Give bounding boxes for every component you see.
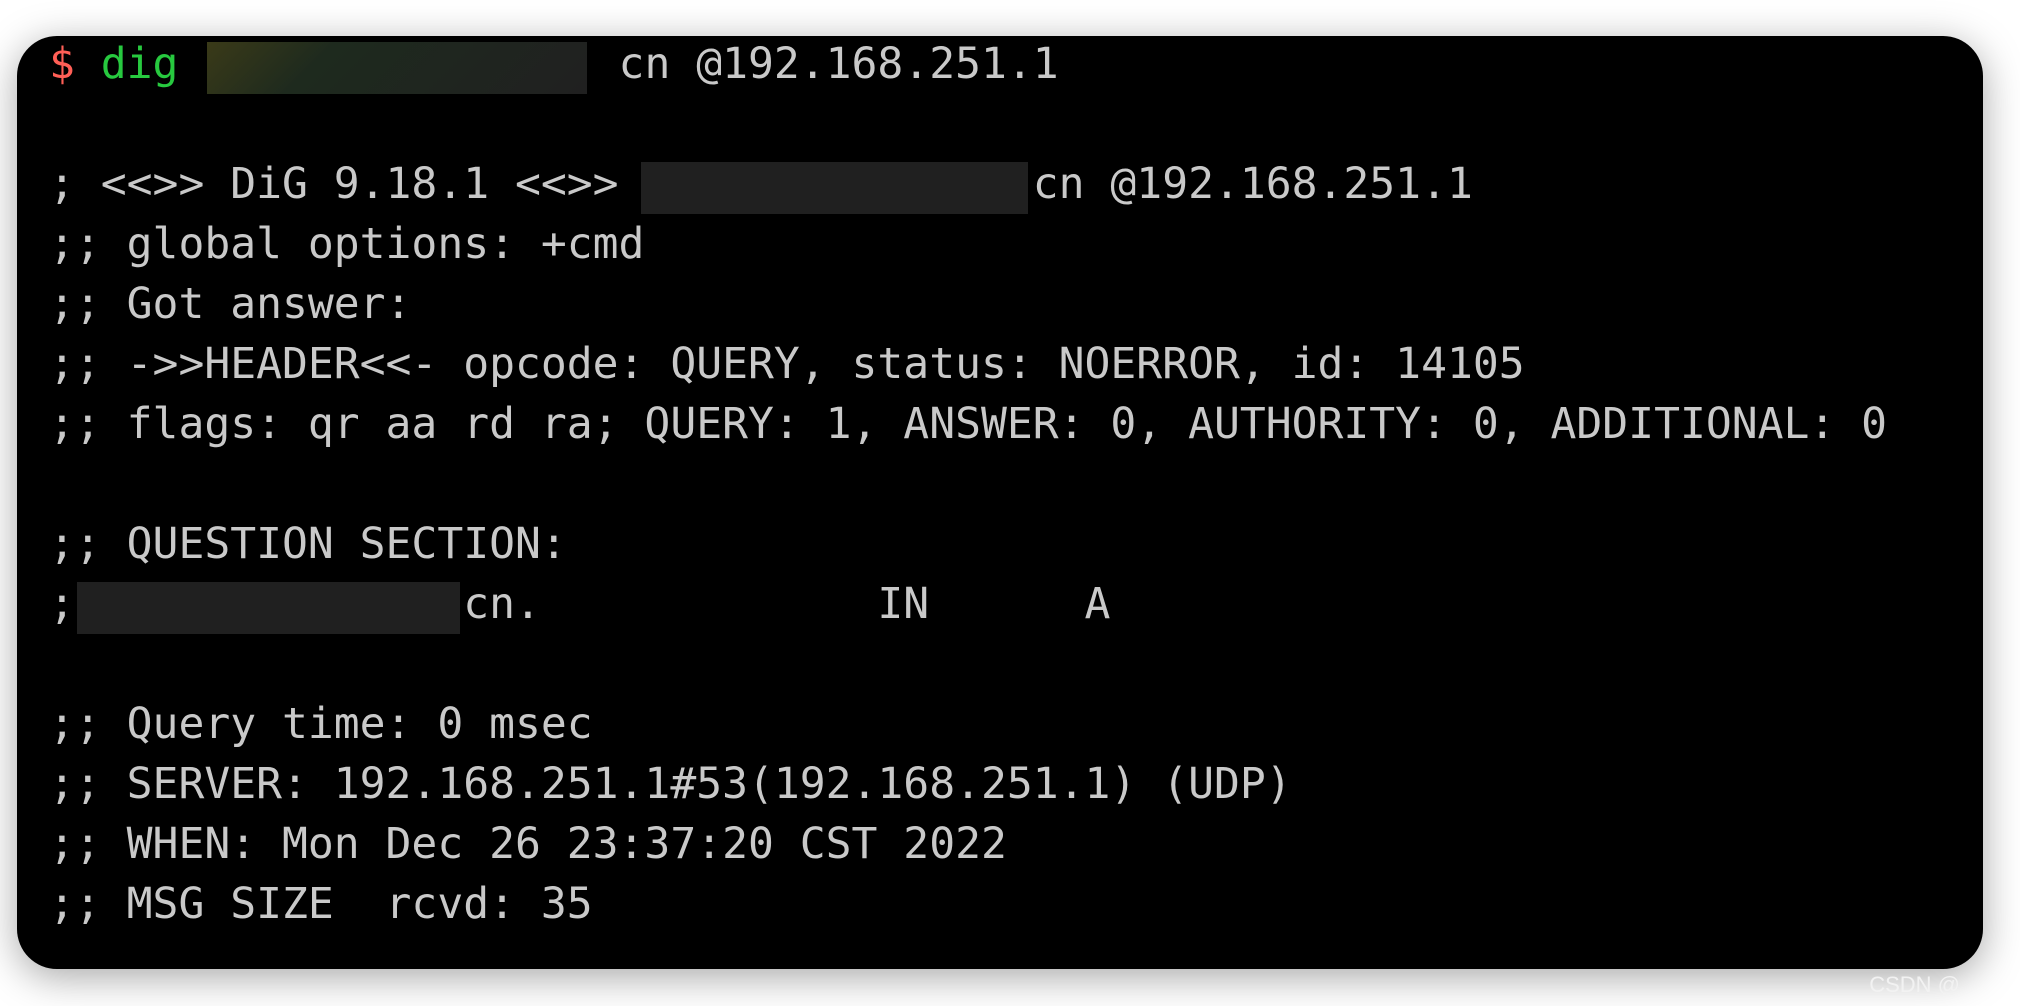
- prompt-symbol: $: [49, 39, 75, 89]
- redaction-box: [207, 42, 587, 94]
- output-line: ;; Query time: 0 msec: [49, 699, 593, 749]
- output-line: ;; WHEN: Mon Dec 26 23:37:20 CST 2022: [49, 819, 1007, 869]
- watermark: CSDN @: [1869, 972, 1960, 997]
- output-line: ;; ->>HEADER<<- opcode: QUERY, status: N…: [49, 339, 1525, 389]
- terminal-window[interactable]: $ dig ( cn @192.168.251.1 ; <<>> DiG 9.1…: [17, 36, 1983, 969]
- command-name: dig: [100, 39, 179, 89]
- output-line: ;; Got answer:: [49, 279, 412, 329]
- output-line: ;; global options: +cmd: [49, 219, 645, 269]
- redaction-box: [77, 582, 460, 634]
- output-line: ;; MSG SIZE rcvd: 35: [49, 879, 593, 929]
- output-line: ;; SERVER: 192.168.251.1#53(192.168.251.…: [49, 759, 1292, 809]
- output-line: ;; QUESTION SECTION:: [49, 519, 567, 569]
- redaction-box: [641, 162, 1028, 214]
- output-line: ;; flags: qr aa rd ra; QUERY: 1, ANSWER:…: [49, 399, 1888, 449]
